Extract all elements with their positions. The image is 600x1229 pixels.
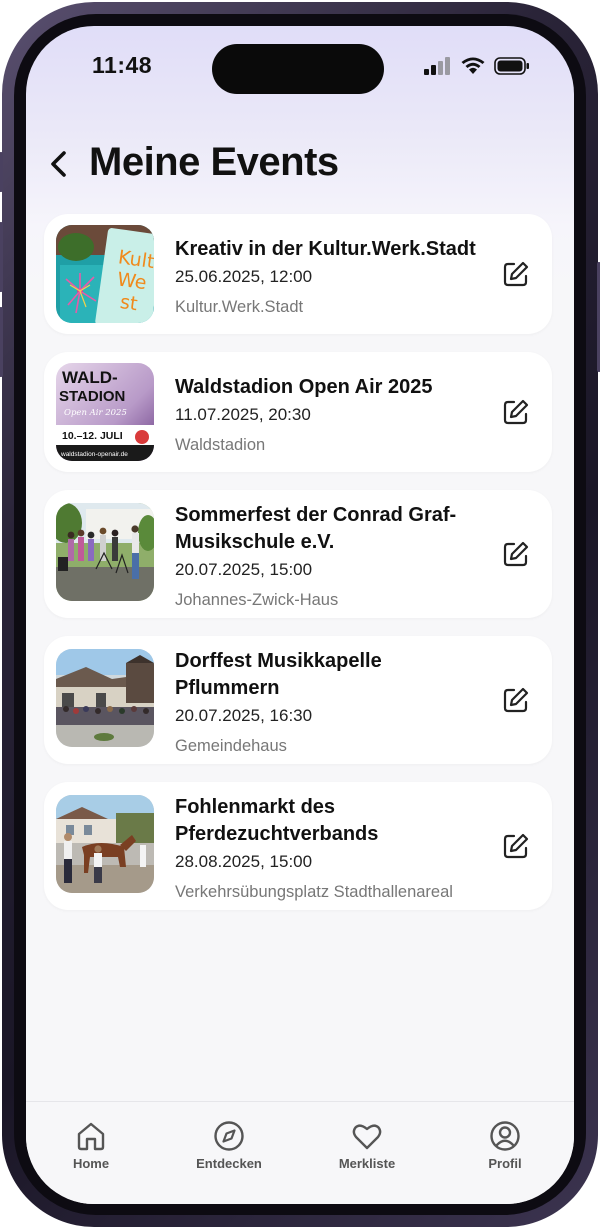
status-time: 11:48 bbox=[92, 52, 153, 78]
dynamic-island bbox=[212, 44, 384, 94]
compass-icon bbox=[214, 1121, 244, 1151]
battery-icon bbox=[494, 56, 530, 80]
edit-icon bbox=[503, 261, 529, 287]
screen: 11:48 Meine Events Kult We st Kreativ in… bbox=[26, 26, 574, 1204]
event-card[interactable]: Dorffest Musikkapelle Pflummern 20.07.20… bbox=[44, 636, 552, 764]
event-venue: Gemeindehaus bbox=[175, 737, 287, 755]
event-card[interactable]: Sommerfest der Conrad Graf- Musikschule … bbox=[44, 490, 552, 618]
event-details: Waldstadion Open Air 2025 11.07.2025, 20… bbox=[175, 374, 495, 457]
event-title-line-1: Fohlenmarkt des bbox=[175, 796, 336, 818]
tab-label: Home bbox=[72, 1156, 110, 1171]
event-thumbnail bbox=[56, 503, 154, 601]
event-thumbnail: Kult We st bbox=[56, 225, 154, 323]
tab-label: Entdecken bbox=[196, 1156, 262, 1171]
wifi-icon bbox=[460, 56, 486, 80]
event-thumbnail bbox=[56, 795, 154, 893]
tab-merkliste[interactable]: Merkliste bbox=[312, 1120, 422, 1171]
event-venue: Kultur.Werk.Stadt bbox=[175, 298, 304, 316]
edit-icon bbox=[503, 833, 529, 859]
status-bar: 11:48 bbox=[26, 26, 574, 106]
thumb-text-1: WALD- bbox=[62, 368, 118, 387]
status-icons bbox=[424, 56, 530, 80]
tab-entdecken[interactable]: Entdecken bbox=[174, 1120, 284, 1171]
event-datetime: 28.08.2025, 15:00 bbox=[175, 852, 313, 871]
thumb-text-3: Open Air 2025 bbox=[64, 408, 127, 418]
cellular-signal-icon bbox=[424, 56, 452, 80]
home-icon bbox=[77, 1122, 105, 1151]
event-title-line-2: Musikschule e.V. bbox=[175, 531, 335, 553]
edit-icon bbox=[503, 541, 529, 567]
event-details: Fohlenmarkt des Pferdezuchtverbands 28.0… bbox=[175, 794, 495, 904]
event-datetime: 20.07.2025, 15:00 bbox=[175, 560, 313, 579]
back-button[interactable] bbox=[44, 148, 74, 180]
edit-button[interactable] bbox=[502, 686, 530, 714]
tab-bar: Home Entdecken Merkliste Profil bbox=[26, 1101, 574, 1204]
volume-up-button bbox=[0, 222, 3, 292]
event-title: Kreativ in der Kultur.Werk.Stadt bbox=[175, 238, 476, 260]
edit-button[interactable] bbox=[502, 260, 530, 288]
edit-button[interactable] bbox=[502, 540, 530, 568]
edit-button[interactable] bbox=[502, 832, 530, 860]
thumb-text-2: STADION bbox=[59, 388, 125, 405]
event-title-line-2: Pferdezuchtverbands bbox=[175, 823, 379, 845]
event-title-line-1: Dorffest Musikkapelle bbox=[175, 650, 382, 672]
event-details: Sommerfest der Conrad Graf- Musikschule … bbox=[175, 502, 495, 612]
page-title: Meine Events bbox=[89, 140, 339, 184]
heart-icon bbox=[352, 1124, 382, 1150]
edit-icon bbox=[503, 687, 529, 713]
edit-button[interactable] bbox=[502, 398, 530, 426]
tab-label: Profil bbox=[488, 1156, 522, 1171]
mute-switch bbox=[0, 152, 3, 192]
thumb-text-3: st bbox=[119, 291, 139, 315]
event-title-line-1: Sommerfest der Conrad Graf- bbox=[175, 504, 457, 526]
edit-icon bbox=[503, 399, 529, 425]
profile-icon bbox=[490, 1121, 520, 1151]
event-title: Waldstadion Open Air 2025 bbox=[175, 376, 433, 398]
chevron-left-icon bbox=[51, 151, 66, 177]
event-datetime: 25.06.2025, 12:00 bbox=[175, 267, 313, 286]
event-title-line-2: Pflummern bbox=[175, 677, 280, 699]
event-venue: Johannes-Zwick-Haus bbox=[175, 591, 339, 609]
event-card[interactable]: Fohlenmarkt des Pferdezuchtverbands 28.0… bbox=[44, 782, 552, 910]
event-venue: Verkehrsübungsplatz Stadthallenareal bbox=[175, 883, 453, 901]
event-thumbnail bbox=[56, 649, 154, 747]
event-details: Kreativ in der Kultur.Werk.Stadt 25.06.2… bbox=[175, 236, 495, 319]
event-datetime: 11.07.2025, 20:30 bbox=[175, 405, 311, 424]
event-datetime: 20.07.2025, 16:30 bbox=[175, 706, 313, 725]
thumb-text-5: waldstadion-openair.de bbox=[60, 451, 128, 458]
event-thumbnail: WALD- STADION Open Air 2025 10.–12. JULI… bbox=[56, 363, 154, 461]
page-header: Meine Events bbox=[26, 134, 574, 194]
thumb-text-2: We bbox=[116, 268, 148, 294]
event-card[interactable]: Kult We st Kreativ in der Kultur.Werk.St… bbox=[44, 214, 552, 334]
thumb-text-4: 10.–12. JULI bbox=[62, 430, 123, 442]
event-card[interactable]: WALD- STADION Open Air 2025 10.–12. JULI… bbox=[44, 352, 552, 472]
volume-down-button bbox=[0, 307, 3, 377]
event-venue: Waldstadion bbox=[175, 436, 266, 454]
tab-profil[interactable]: Profil bbox=[450, 1120, 560, 1171]
event-details: Dorffest Musikkapelle Pflummern 20.07.20… bbox=[175, 648, 495, 758]
tab-label: Merkliste bbox=[338, 1156, 396, 1171]
tab-home[interactable]: Home bbox=[36, 1120, 146, 1171]
